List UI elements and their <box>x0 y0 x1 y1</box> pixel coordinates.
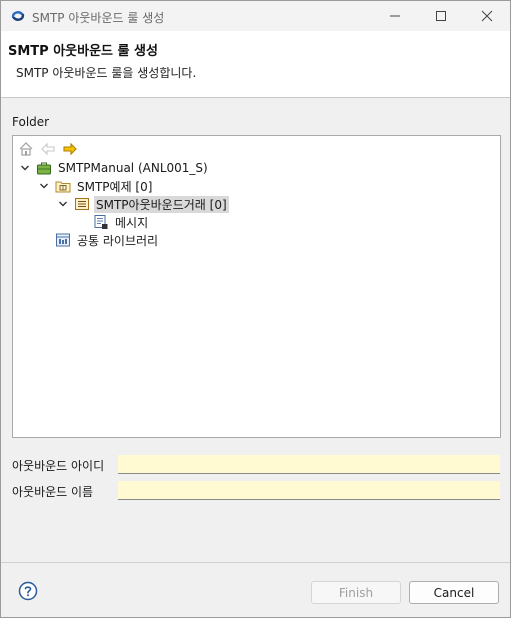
tree-item-transaction[interactable]: SMTP아웃바운드거래 [0] <box>57 195 229 213</box>
tree-item-library[interactable]: 공통 라이브러리 <box>55 231 160 249</box>
outbound-name-input[interactable] <box>118 481 500 500</box>
chevron-down-icon[interactable] <box>38 180 50 192</box>
cancel-button[interactable]: Cancel <box>409 581 499 604</box>
message-document-icon <box>93 214 109 230</box>
chevron-down-icon[interactable] <box>19 162 31 174</box>
folder-package-icon <box>55 178 71 194</box>
tree-item-project[interactable]: SMTPManual (ANL001_S) <box>19 159 210 177</box>
tree-item-label: 메시지 <box>115 215 149 230</box>
title-bar[interactable]: SMTP 아웃바운드 룰 생성 <box>1 1 510 31</box>
library-icon <box>55 232 71 248</box>
maximize-button[interactable] <box>418 1 464 31</box>
help-icon[interactable] <box>18 581 38 601</box>
back-arrow-icon[interactable] <box>39 140 57 158</box>
tree-item-package[interactable]: SMTP예제 [0] <box>38 177 154 195</box>
transaction-icon <box>74 196 90 212</box>
outbound-name-label: 아웃바운드 이름 <box>12 485 94 499</box>
tree-toolbar <box>17 140 79 158</box>
forward-arrow-icon[interactable] <box>61 140 79 158</box>
window-title: SMTP 아웃바운드 룰 생성 <box>32 11 165 25</box>
tree-item-label: SMTP아웃바운드거래 [0] <box>94 195 229 213</box>
banner-title: SMTP 아웃바운드 룰 생성 <box>8 44 158 59</box>
tree-item-label: 공통 라이브러리 <box>77 233 159 248</box>
banner-description: SMTP 아웃바운드 룰을 생성합니다. <box>16 66 197 80</box>
folder-label: Folder <box>12 115 50 129</box>
footer-divider <box>1 562 510 563</box>
tree-item-message[interactable]: 메시지 <box>93 213 150 231</box>
outbound-id-input[interactable] <box>118 455 500 474</box>
chevron-down-icon[interactable] <box>57 198 69 210</box>
tree-item-label: SMTPManual (ANL001_S) <box>58 161 208 175</box>
finish-button[interactable]: Finish <box>311 581 401 604</box>
tree-item-label: SMTP예제 [0] <box>77 179 153 194</box>
outbound-id-label: 아웃바운드 아이디 <box>12 459 105 473</box>
folder-tree[interactable]: SMTPManual (ANL001_S) SMTP예제 [0] SMTP아웃바… <box>12 135 501 438</box>
header-banner: SMTP 아웃바운드 룰 생성 SMTP 아웃바운드 룰을 생성합니다. <box>1 31 510 98</box>
minimize-button[interactable] <box>372 1 418 31</box>
home-icon[interactable] <box>17 140 35 158</box>
dialog-window: SMTP 아웃바운드 룰 생성 SMTP 아웃바운드 룰 생성 SMTP 아웃바… <box>0 0 511 618</box>
app-icon <box>10 8 26 24</box>
close-button[interactable] <box>464 1 510 31</box>
project-briefcase-icon <box>36 160 52 176</box>
